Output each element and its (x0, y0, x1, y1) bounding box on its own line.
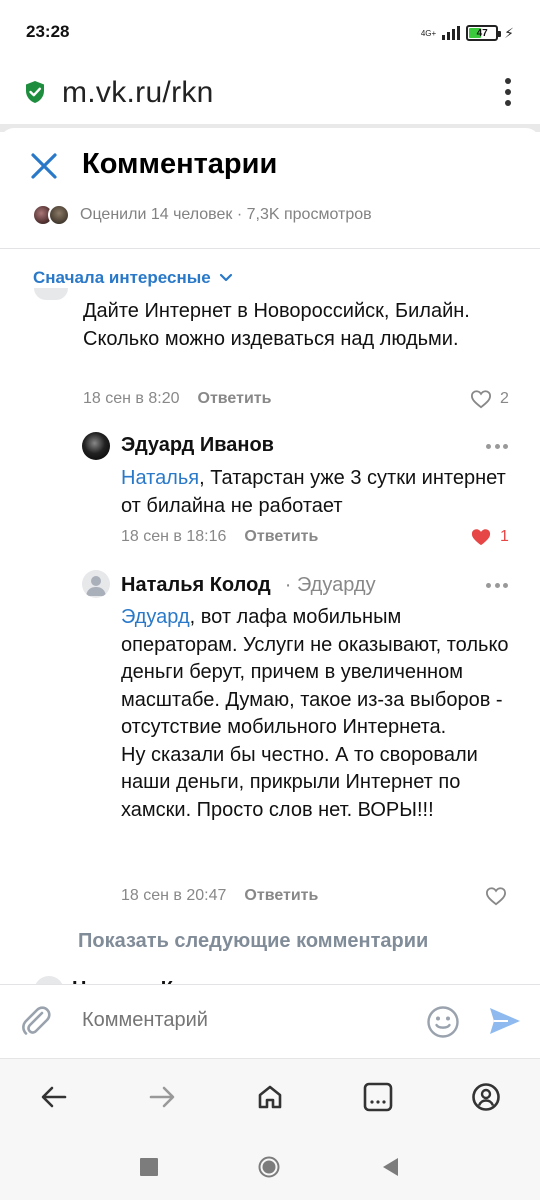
tabs-button[interactable] (360, 1079, 396, 1115)
comment-text: Дайте Интернет в Новороссийск, Билайн. С… (83, 300, 470, 350)
battery-level: 47 (476, 27, 488, 39)
send-icon[interactable] (488, 1005, 522, 1037)
divider (0, 248, 540, 249)
battery-icon: 47 (466, 25, 502, 41)
like-button[interactable] (485, 886, 507, 906)
heart-filled-icon (471, 529, 491, 546)
sort-label: Сначала интересные (33, 268, 211, 287)
comment-input[interactable] (82, 1009, 402, 1032)
home-button[interactable] (252, 1079, 288, 1115)
arrow-right-icon (149, 1086, 175, 1108)
status-indicators: 4G+ 47 ⚡ (421, 22, 514, 44)
arrow-left-icon (41, 1086, 67, 1108)
comment-text: Наталья, Татарстан уже 3 сутки интернет … (121, 465, 511, 520)
more-options-icon[interactable] (486, 444, 508, 450)
status-time: 23:28 (26, 22, 70, 41)
profile-button[interactable] (468, 1079, 504, 1115)
likers-summary[interactable]: Оценили 14 человек · 7,3K просмотров (32, 204, 372, 226)
default-user-icon (86, 576, 106, 596)
paperclip-icon[interactable] (18, 1003, 54, 1039)
avatar (34, 288, 68, 300)
url-text[interactable]: m.vk.ru/rkn (62, 76, 214, 110)
mention-link[interactable]: Наталья (121, 467, 199, 489)
signal-icon (442, 26, 461, 40)
status-bar: 23:28 4G+ 47 ⚡ (0, 0, 540, 62)
reply-button[interactable]: Ответить (198, 390, 272, 408)
show-more-comments-button[interactable]: Показать следующие комментарии (78, 930, 428, 953)
system-navigation-bar (0, 1134, 540, 1200)
home-circle-icon[interactable] (258, 1156, 280, 1178)
avatar[interactable] (82, 432, 110, 460)
comment-author[interactable]: Наталья Колод · Эдуарду (121, 574, 376, 597)
comment-text: Эдуард, вот лафа мобильным операторам. У… (121, 604, 516, 824)
comment-date: 18 сен в 20:47 (121, 887, 227, 904)
reply-button[interactable]: Ответить (244, 528, 318, 546)
home-icon (258, 1085, 282, 1109)
sort-dropdown[interactable]: Сначала интересные (33, 268, 233, 288)
heart-outline-icon (470, 390, 492, 409)
avatar[interactable] (82, 570, 110, 598)
comment-date: 18 сен в 18:16 (121, 528, 227, 545)
reply-button[interactable]: Ответить (244, 887, 318, 905)
like-button[interactable]: 1 (470, 527, 509, 547)
comment-meta: 18 сен в 18:16 Ответить (121, 528, 318, 546)
comment-meta: 18 сен в 8:20 Ответить (83, 390, 271, 408)
tabs-icon (363, 1082, 393, 1112)
secure-shield-icon (26, 81, 44, 103)
browser-toolbar (0, 1058, 540, 1134)
recents-icon[interactable] (138, 1156, 160, 1178)
heart-outline-icon (485, 887, 507, 906)
liker-avatar (48, 204, 70, 226)
reply-to-label[interactable]: · Эдуарду (285, 574, 376, 597)
comment-body: , вот лафа мобильным операторам. Услуги … (121, 606, 509, 821)
mention-link[interactable]: Эдуард (121, 606, 190, 628)
network-type: 4G+ (420, 28, 437, 38)
author-name: Наталья Колод (121, 574, 271, 596)
comment-author[interactable]: Эдуард Иванов (121, 434, 274, 457)
browser-url-bar: m.vk.ru/rkn (0, 62, 540, 124)
sheet-title: Комментарии (82, 148, 278, 180)
close-icon[interactable] (30, 152, 58, 180)
like-count: 1 (500, 528, 509, 545)
more-options-icon[interactable] (486, 583, 508, 589)
charging-icon: ⚡ (504, 24, 514, 41)
browser-menu-icon[interactable] (504, 78, 512, 106)
comment-meta: 18 сен в 20:47 Ответить (121, 887, 318, 905)
account-icon (472, 1083, 500, 1111)
chevron-down-icon (219, 273, 232, 282)
comments-sheet: Комментарии Оценили 14 человек · 7,3K пр… (0, 128, 540, 1058)
like-count: 2 (500, 390, 509, 407)
comment-composer (0, 984, 540, 1058)
likers-text: Оценили 14 человек · 7,3K просмотров (80, 206, 372, 223)
author-name: Эдуард Иванов (121, 434, 274, 456)
like-button[interactable]: 2 (470, 389, 509, 409)
back-button[interactable] (36, 1079, 72, 1115)
back-triangle-icon[interactable] (380, 1156, 402, 1178)
forward-button[interactable] (144, 1079, 180, 1115)
comment-date: 18 сен в 8:20 (83, 390, 180, 407)
emoji-icon[interactable] (426, 1005, 460, 1039)
